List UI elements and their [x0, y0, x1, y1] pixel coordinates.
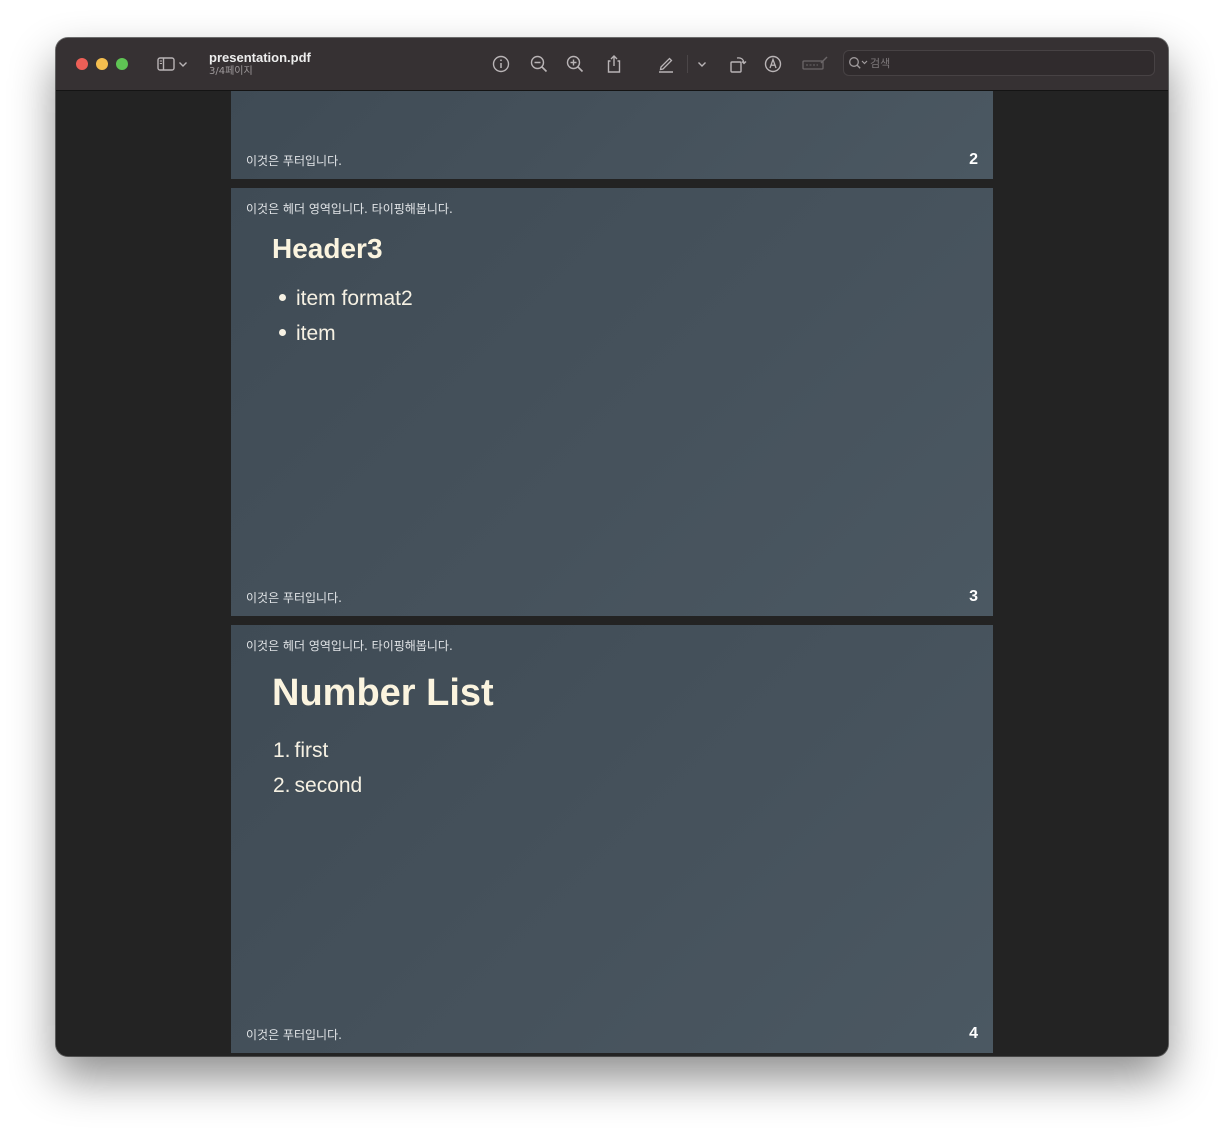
- chevron-down-icon: [698, 62, 706, 67]
- highlight-button[interactable]: [654, 52, 678, 76]
- list-item: item: [272, 316, 413, 351]
- bullet-marker: [279, 294, 286, 302]
- info-button[interactable]: [489, 52, 513, 76]
- pdf-page: 이것은 헤더 영역입니다. 타이핑해봅니다. Header3 item form…: [231, 188, 993, 616]
- list-item-text: item format2: [296, 287, 413, 310]
- share-icon: [607, 55, 621, 73]
- search-input[interactable]: [870, 54, 1140, 72]
- list-item: 2. second: [272, 768, 362, 803]
- toolbar-divider: [687, 55, 688, 73]
- search-field[interactable]: [843, 50, 1155, 76]
- page-header: 이것은 헤더 영역입니다. 타이핑해봅니다.: [246, 639, 453, 653]
- page-header: 이것은 헤더 영역입니다. 타이핑해봅니다.: [246, 202, 453, 216]
- pdf-page: 이것은 푸터입니다. 2: [231, 91, 993, 179]
- numbered-list: 1. first 2. second: [272, 733, 362, 803]
- list-item: item format2: [272, 281, 413, 316]
- page-footer: 이것은 푸터입니다.: [246, 154, 342, 168]
- title-bar: presentation.pdf 3/4페이지: [56, 38, 1168, 91]
- list-item-text: second: [294, 774, 363, 797]
- page-number: 2: [969, 151, 978, 168]
- sidebar-options-button[interactable]: [177, 52, 189, 76]
- list-item-text: first: [294, 739, 329, 762]
- list-number: 1.: [273, 739, 291, 762]
- list-item-text: item: [296, 322, 336, 345]
- document-title: presentation.pdf: [209, 50, 311, 65]
- chevron-down-icon: [179, 62, 187, 67]
- close-button[interactable]: [76, 58, 88, 70]
- document-scroll-area[interactable]: 이것은 푸터입니다. 2 이것은 헤더 영역입니다. 타이핑해봅니다. Head…: [56, 91, 1168, 1056]
- highlight-pen-icon: [659, 57, 673, 73]
- list-item: 1. first: [272, 733, 362, 768]
- sidebar-icon: [157, 57, 175, 71]
- pdf-page: 이것은 헤더 영역입니다. 타이핑해봅니다. Number List 1. fir…: [231, 625, 993, 1053]
- form-fill-icon: [802, 56, 828, 70]
- rotate-button[interactable]: [726, 52, 750, 76]
- page-number: 3: [969, 588, 978, 605]
- zoom-out-icon: [530, 55, 548, 73]
- zoom-in-icon: [566, 55, 584, 73]
- bullet-list: item format2 item: [272, 281, 413, 351]
- bullet-marker: [279, 329, 286, 337]
- page-number: 4: [969, 1025, 978, 1042]
- highlight-options-button[interactable]: [696, 52, 708, 76]
- zoom-out-button[interactable]: [527, 52, 551, 76]
- list-number: 2.: [273, 774, 291, 797]
- page-footer: 이것은 푸터입니다.: [246, 591, 342, 605]
- markup-button[interactable]: [761, 52, 785, 76]
- minimize-button[interactable]: [96, 58, 108, 70]
- slide-title: Header3: [272, 233, 383, 264]
- form-fill-button[interactable]: [801, 52, 829, 76]
- zoom-in-button[interactable]: [563, 52, 587, 76]
- markup-icon: [764, 55, 782, 73]
- rotate-icon: [730, 57, 747, 73]
- slide-title: Number List: [272, 672, 494, 714]
- page-indicator: 3/4페이지: [209, 66, 253, 77]
- search-icon: [849, 57, 868, 69]
- info-icon: [492, 55, 510, 73]
- share-button[interactable]: [602, 52, 626, 76]
- preview-window: presentation.pdf 3/4페이지 검색 이것은 푸터입니다. 2 …: [56, 38, 1168, 1056]
- sidebar-toggle-button[interactable]: [154, 52, 178, 76]
- zoom-button[interactable]: [116, 58, 128, 70]
- page-footer: 이것은 푸터입니다.: [246, 1028, 342, 1042]
